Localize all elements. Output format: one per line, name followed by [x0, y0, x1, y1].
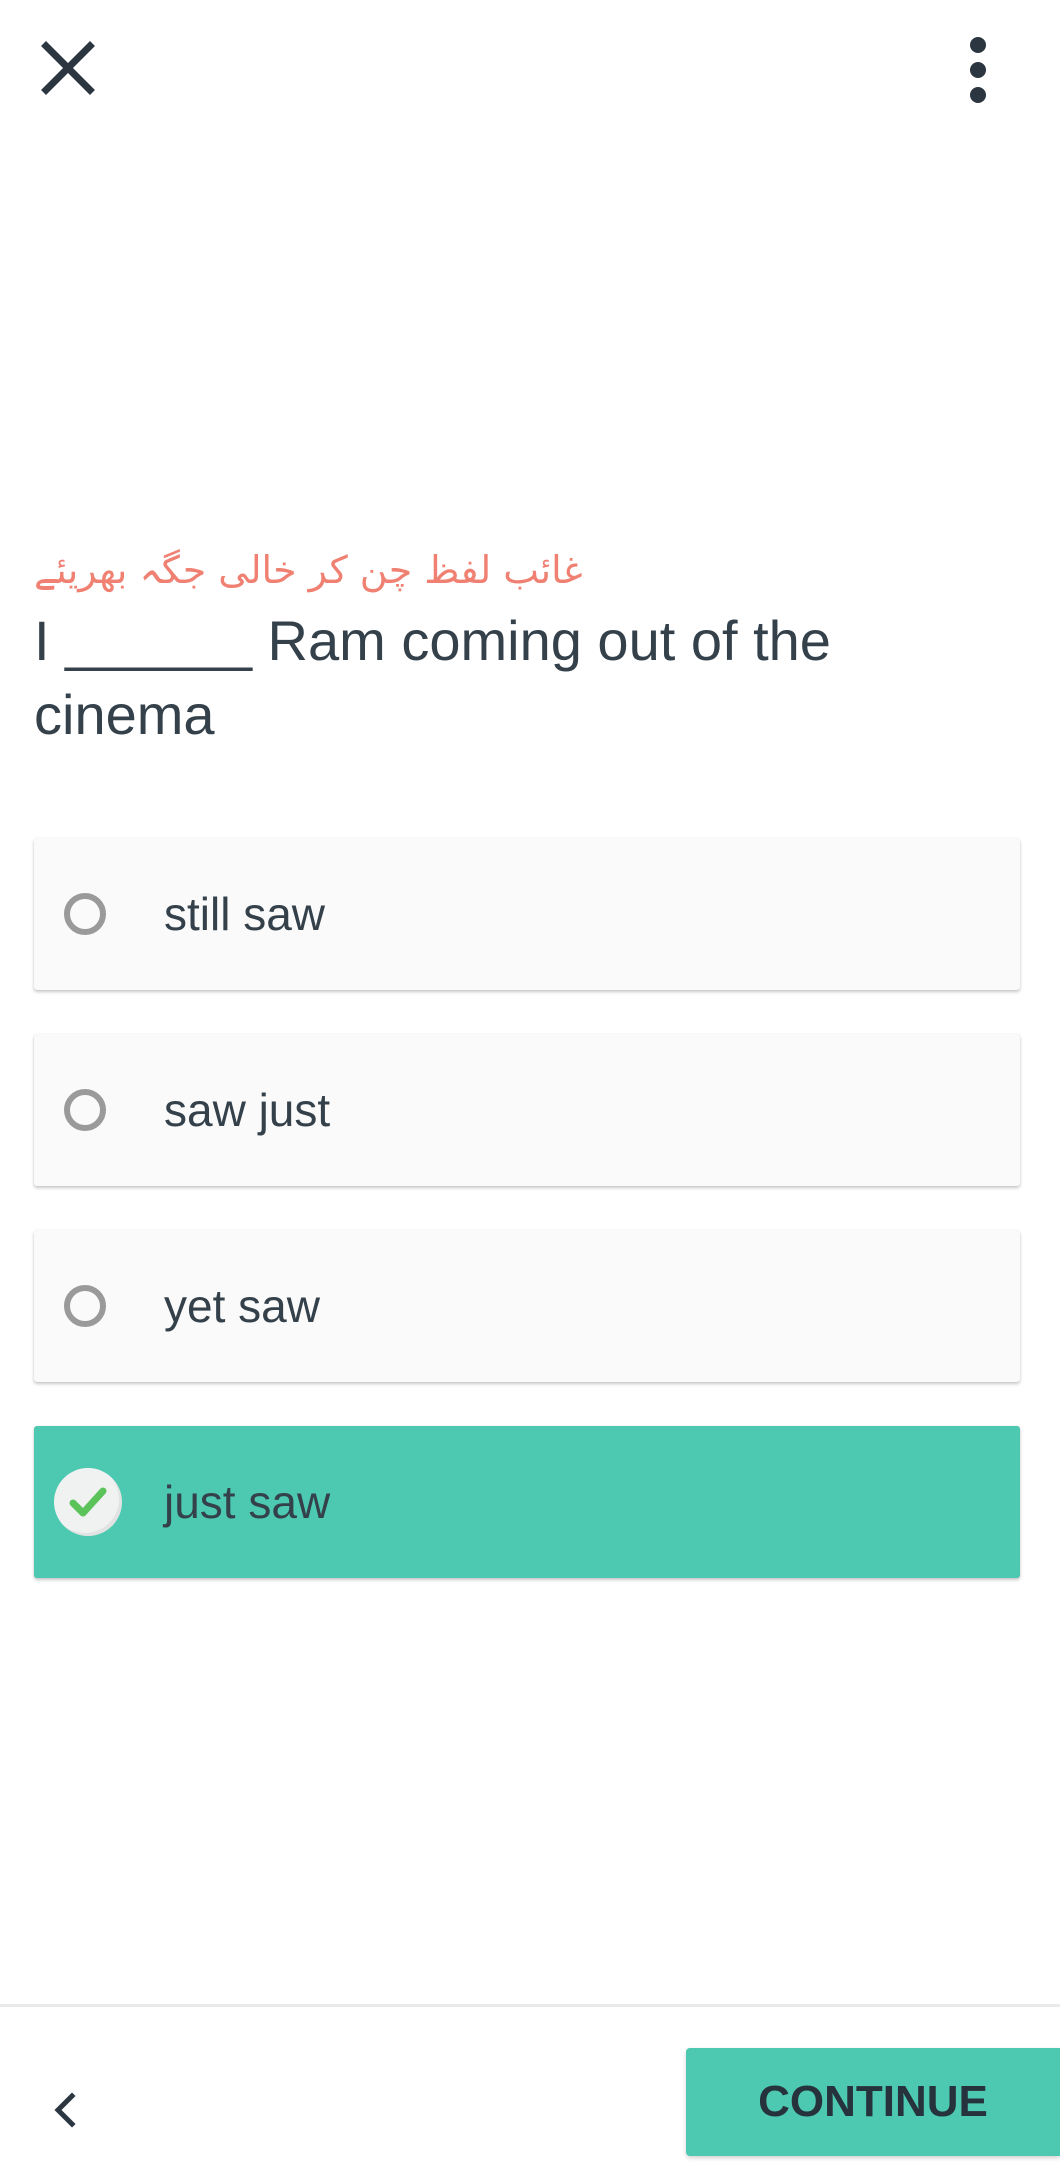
option-label: still saw	[164, 888, 326, 940]
back-button[interactable]	[40, 2080, 90, 2140]
option-just-saw[interactable]: just saw	[34, 1426, 1020, 1578]
answer-options: still saw saw just yet saw just saw	[34, 838, 1020, 1622]
option-saw-just[interactable]: saw just	[34, 1034, 1020, 1186]
top-bar	[0, 0, 1060, 140]
more-vertical-icon	[970, 37, 986, 103]
footer-divider	[0, 2004, 1060, 2007]
radio-unselected-icon[interactable]	[64, 1089, 106, 1131]
option-label: saw just	[164, 1084, 331, 1136]
chevron-left-icon	[54, 2092, 76, 2128]
radio-unselected-icon[interactable]	[64, 1285, 106, 1327]
question-prompt: I ______ Ram coming out of the cinema	[34, 609, 831, 746]
option-still-saw[interactable]: still saw	[34, 838, 1020, 990]
close-button[interactable]	[30, 30, 106, 106]
question-block: غائب لفظ چن کر خالی جگہ بھریئے I ______ …	[34, 540, 1024, 752]
option-label: yet saw	[164, 1280, 320, 1332]
question-instruction: غائب لفظ چن کر خالی جگہ بھریئے	[34, 548, 583, 592]
close-icon	[41, 41, 95, 95]
continue-button[interactable]: CONTINUE	[686, 2048, 1060, 2156]
more-options-button[interactable]	[950, 30, 1006, 110]
option-label: just saw	[164, 1476, 331, 1528]
checkmark-icon[interactable]	[54, 1468, 122, 1536]
radio-unselected-icon[interactable]	[64, 893, 106, 935]
option-yet-saw[interactable]: yet saw	[34, 1230, 1020, 1382]
